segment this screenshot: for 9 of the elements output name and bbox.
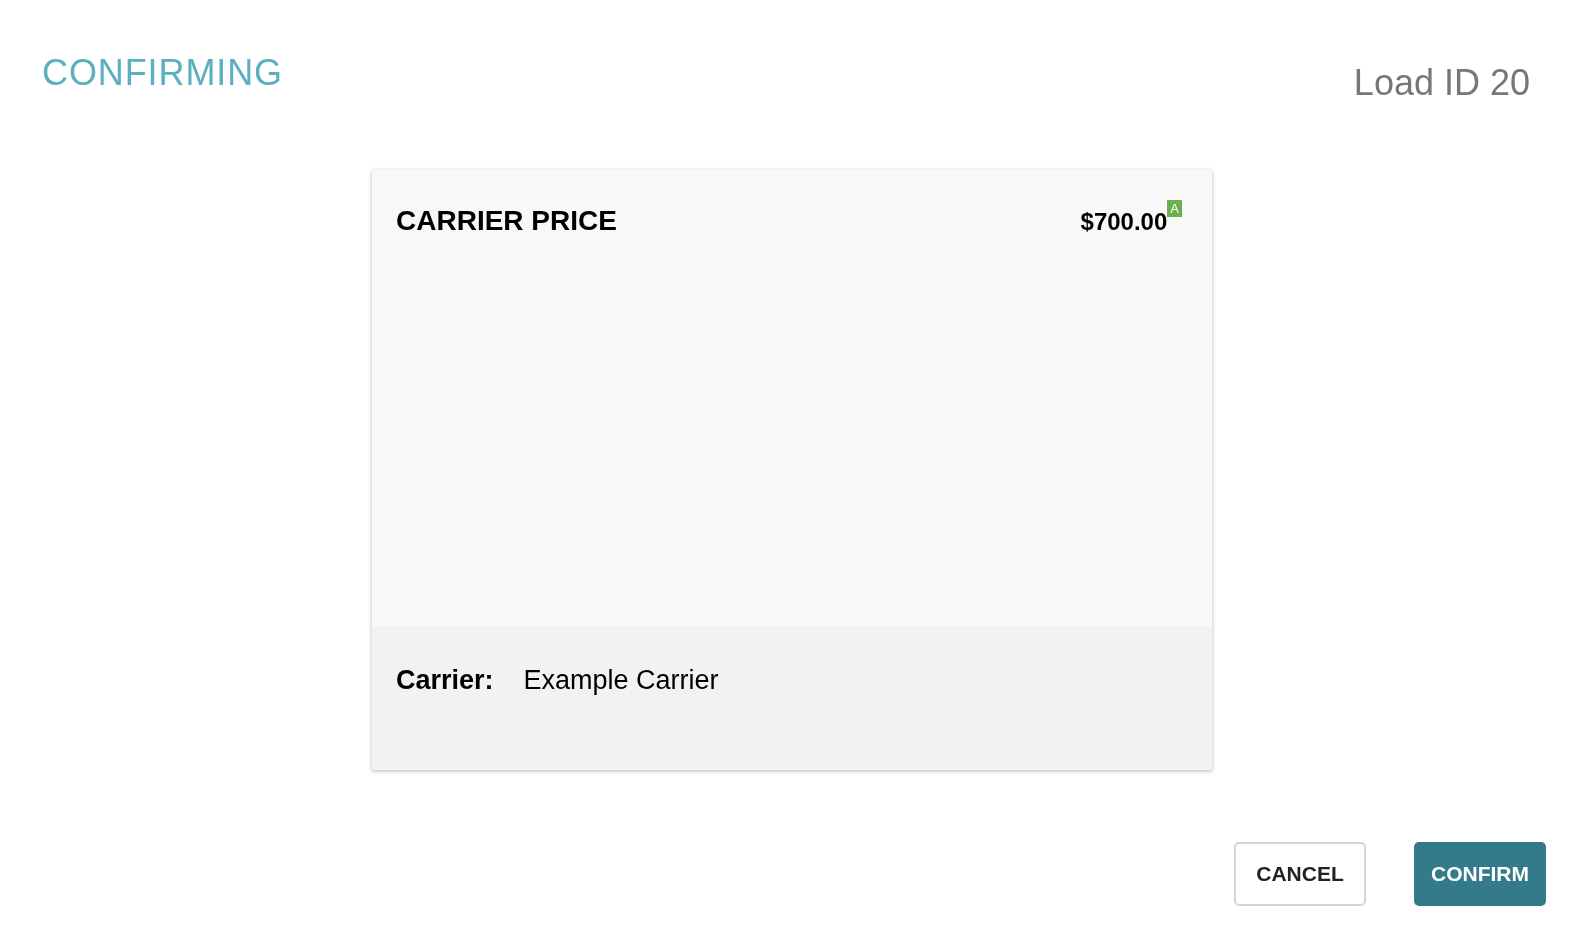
price-badge: A [1167,200,1182,217]
load-id: Load ID 20 [1353,61,1530,105]
cancel-button[interactable]: CANCEL [1234,842,1366,906]
price-value: $700.00 [1080,207,1168,237]
confirm-button[interactable]: CONFIRM [1414,842,1546,906]
card-heading: CARRIER PRICE [396,204,617,238]
page-title: CONFIRMING [42,51,283,95]
carrier-name: Example Carrier [523,664,719,697]
carrier-label: Carrier: [396,664,494,697]
